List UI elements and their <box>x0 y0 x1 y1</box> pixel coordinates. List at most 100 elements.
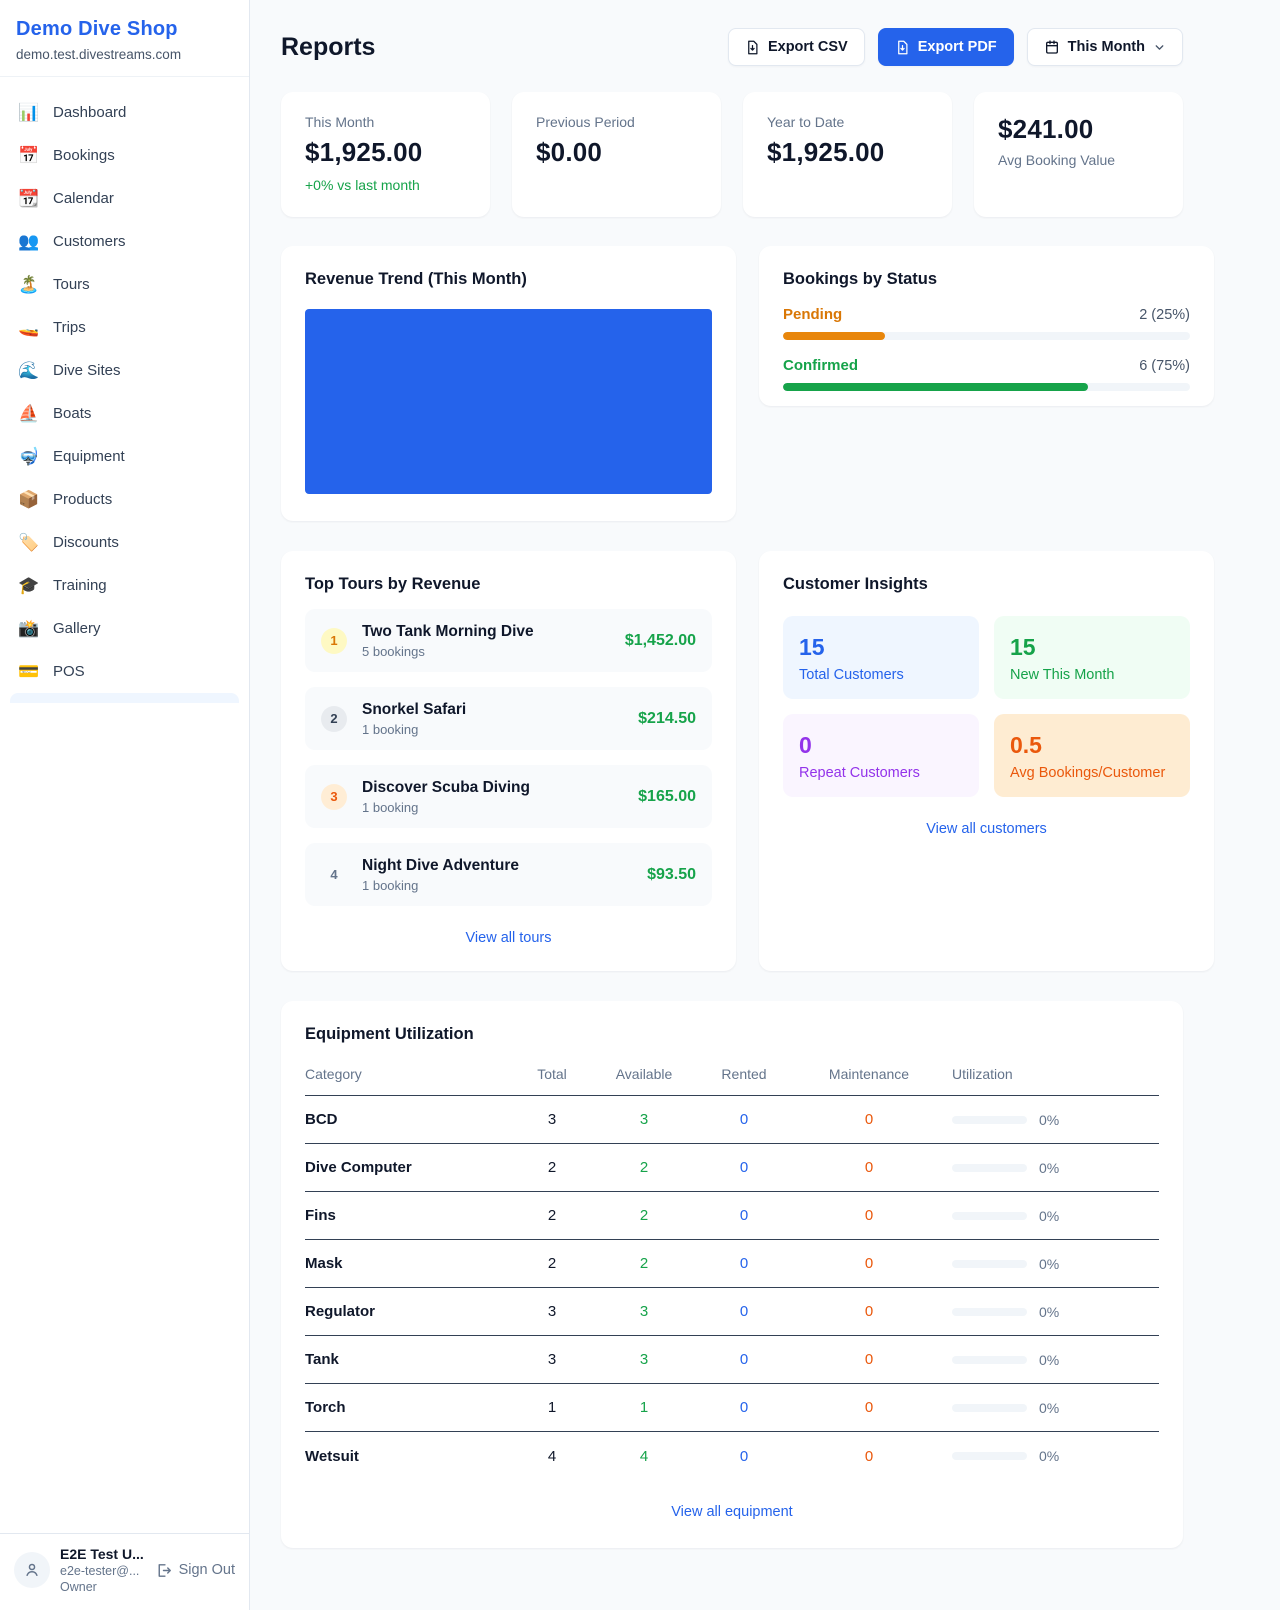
tour-row: 1 Two Tank Morning Dive 5 bookings $1,45… <box>305 609 712 672</box>
package-icon: 📦 <box>18 490 40 510</box>
tile-repeat-customers: 0 Repeat Customers <box>783 714 979 797</box>
utilization-percent: 0% <box>1039 1160 1059 1176</box>
revenue-trend-title: Revenue Trend (This Month) <box>305 270 712 289</box>
tour-bookings: 1 booking <box>362 800 638 815</box>
utilization-bar <box>952 1404 1027 1412</box>
sidebar-item-label: Tours <box>53 276 90 293</box>
trips-boat-icon: 🚤 <box>18 318 40 338</box>
table-row: BCD 3 3 0 0 0% <box>305 1096 1159 1144</box>
status-label-confirmed: Confirmed <box>783 357 858 374</box>
equipment-total: 2 <box>505 1159 599 1176</box>
status-bar-fill-pending <box>783 332 885 340</box>
tile-label: Avg Bookings/Customer <box>1010 765 1174 781</box>
tour-amount: $93.50 <box>647 866 696 884</box>
user-name: E2E Test U... <box>60 1546 145 1562</box>
stat-label: This Month <box>305 114 466 130</box>
utilization-bar <box>952 1164 1027 1172</box>
customers-icon: 👥 <box>18 232 40 252</box>
sidebar-item-gallery[interactable]: 📸Gallery <box>8 607 241 650</box>
sidebar-user-section: E2E Test U... e2e-tester@... Owner Sign … <box>0 1533 249 1610</box>
sidebar-header: Demo Dive Shop demo.test.divestreams.com <box>0 0 249 77</box>
sidebar-item-dive-sites[interactable]: 🌊Dive Sites <box>8 349 241 392</box>
sidebar-item-label: Dashboard <box>53 104 126 121</box>
tile-new-this-month: 15 New This Month <box>994 616 1190 699</box>
customer-insights-title: Customer Insights <box>783 575 1190 594</box>
tour-name: Snorkel Safari <box>362 701 638 719</box>
equipment-maintenance: 0 <box>799 1111 939 1128</box>
chevron-down-icon <box>1153 41 1166 54</box>
sailboat-icon: ⛵ <box>18 404 40 424</box>
credit-card-icon: 💳 <box>18 662 40 682</box>
export-csv-button[interactable]: Export CSV <box>728 28 865 66</box>
tour-bookings: 1 booking <box>362 878 647 893</box>
equipment-utilization-title: Equipment Utilization <box>305 1025 1159 1044</box>
equipment-available: 3 <box>599 1303 689 1320</box>
mid-row: Top Tours by Revenue 1 Two Tank Morning … <box>281 551 1183 971</box>
period-select[interactable]: This Month <box>1027 28 1183 66</box>
utilization-bar <box>952 1308 1027 1316</box>
sidebar-item-discounts[interactable]: 🏷️Discounts <box>8 521 241 564</box>
sidebar-item-tours[interactable]: 🏝️Tours <box>8 263 241 306</box>
sidebar-item-pos[interactable]: 💳POS <box>8 650 241 693</box>
equipment-maintenance: 0 <box>799 1351 939 1368</box>
col-header-rented: Rented <box>689 1066 799 1082</box>
tile-value: 15 <box>1010 634 1174 661</box>
sign-out-icon <box>155 1562 172 1579</box>
revenue-trend-card: Revenue Trend (This Month) <box>281 246 736 521</box>
equipment-category: BCD <box>305 1111 505 1128</box>
tour-amount: $1,452.00 <box>625 632 696 650</box>
equipment-available: 4 <box>599 1448 689 1465</box>
equipment-rented: 0 <box>689 1448 799 1465</box>
utilization-percent: 0% <box>1039 1400 1059 1416</box>
sidebar-item-trips[interactable]: 🚤Trips <box>8 306 241 349</box>
view-all-tours-link[interactable]: View all tours <box>305 930 712 946</box>
camera-icon: 📸 <box>18 619 40 639</box>
sidebar-active-item-partial[interactable] <box>10 693 239 703</box>
sidebar-item-equipment[interactable]: 🤿Equipment <box>8 435 241 478</box>
sidebar-item-label: Customers <box>53 233 126 250</box>
equipment-category: Mask <box>305 1255 505 1272</box>
equipment-rented: 0 <box>689 1255 799 1272</box>
col-header-maintenance: Maintenance <box>799 1066 939 1082</box>
table-row: Wetsuit 4 4 0 0 0% <box>305 1432 1159 1480</box>
stat-value: $1,925.00 <box>305 137 466 168</box>
bookings-calendar-icon: 📅 <box>18 146 40 166</box>
table-row: Regulator 3 3 0 0 0% <box>305 1288 1159 1336</box>
user-role: Owner <box>60 1580 145 1594</box>
view-all-equipment-link[interactable]: View all equipment <box>305 1504 1159 1520</box>
col-header-total: Total <box>505 1066 599 1082</box>
sidebar-item-training[interactable]: 🎓Training <box>8 564 241 607</box>
stat-label: Year to Date <box>767 114 928 130</box>
tile-label: Repeat Customers <box>799 765 963 781</box>
sidebar-item-bookings[interactable]: 📅Bookings <box>8 134 241 177</box>
rank-badge: 1 <box>321 628 347 654</box>
top-tours-title: Top Tours by Revenue <box>305 575 712 594</box>
sidebar-item-customers[interactable]: 👥 Customers <box>8 220 241 263</box>
tag-icon: 🏷️ <box>18 533 40 553</box>
sign-out-button[interactable]: Sign Out <box>155 1562 235 1579</box>
shop-domain: demo.test.divestreams.com <box>16 47 233 62</box>
sidebar-item-products[interactable]: 📦Products <box>8 478 241 521</box>
stat-value: $0.00 <box>536 137 697 168</box>
equipment-total: 1 <box>505 1399 599 1416</box>
col-header-utilization: Utilization <box>939 1066 1159 1082</box>
view-all-customers-link[interactable]: View all customers <box>783 821 1190 837</box>
stat-label: Previous Period <box>536 114 697 130</box>
tour-row: 4 Night Dive Adventure 1 booking $93.50 <box>305 843 712 906</box>
status-bar-fill-confirmed <box>783 383 1088 391</box>
sidebar-item-dashboard[interactable]: 📊 Dashboard <box>8 91 241 134</box>
status-count-confirmed: 6 (75%) <box>1139 358 1190 374</box>
export-pdf-button[interactable]: Export PDF <box>878 28 1014 66</box>
utilization-percent: 0% <box>1039 1448 1059 1464</box>
sidebar-item-calendar[interactable]: 📆Calendar <box>8 177 241 220</box>
sidebar-item-boats[interactable]: ⛵Boats <box>8 392 241 435</box>
utilization-bar <box>952 1260 1027 1268</box>
stat-cards-row: This Month $1,925.00 +0% vs last month P… <box>281 92 1183 217</box>
equipment-category: Wetsuit <box>305 1448 505 1465</box>
table-row: Dive Computer 2 2 0 0 0% <box>305 1144 1159 1192</box>
stat-label: Avg Booking Value <box>998 152 1159 168</box>
equipment-rented: 0 <box>689 1207 799 1224</box>
equipment-available: 1 <box>599 1399 689 1416</box>
dashboard-icon: 📊 <box>18 103 40 123</box>
tour-bookings: 1 booking <box>362 722 638 737</box>
